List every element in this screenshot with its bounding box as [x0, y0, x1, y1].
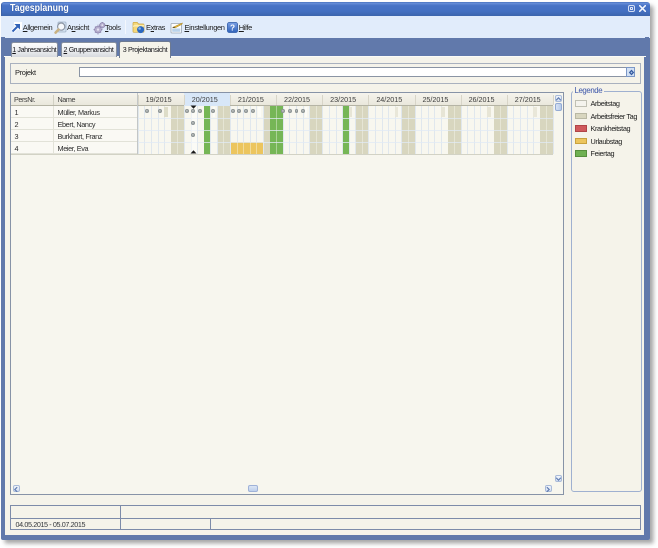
svg-text:?: ?	[230, 23, 235, 32]
